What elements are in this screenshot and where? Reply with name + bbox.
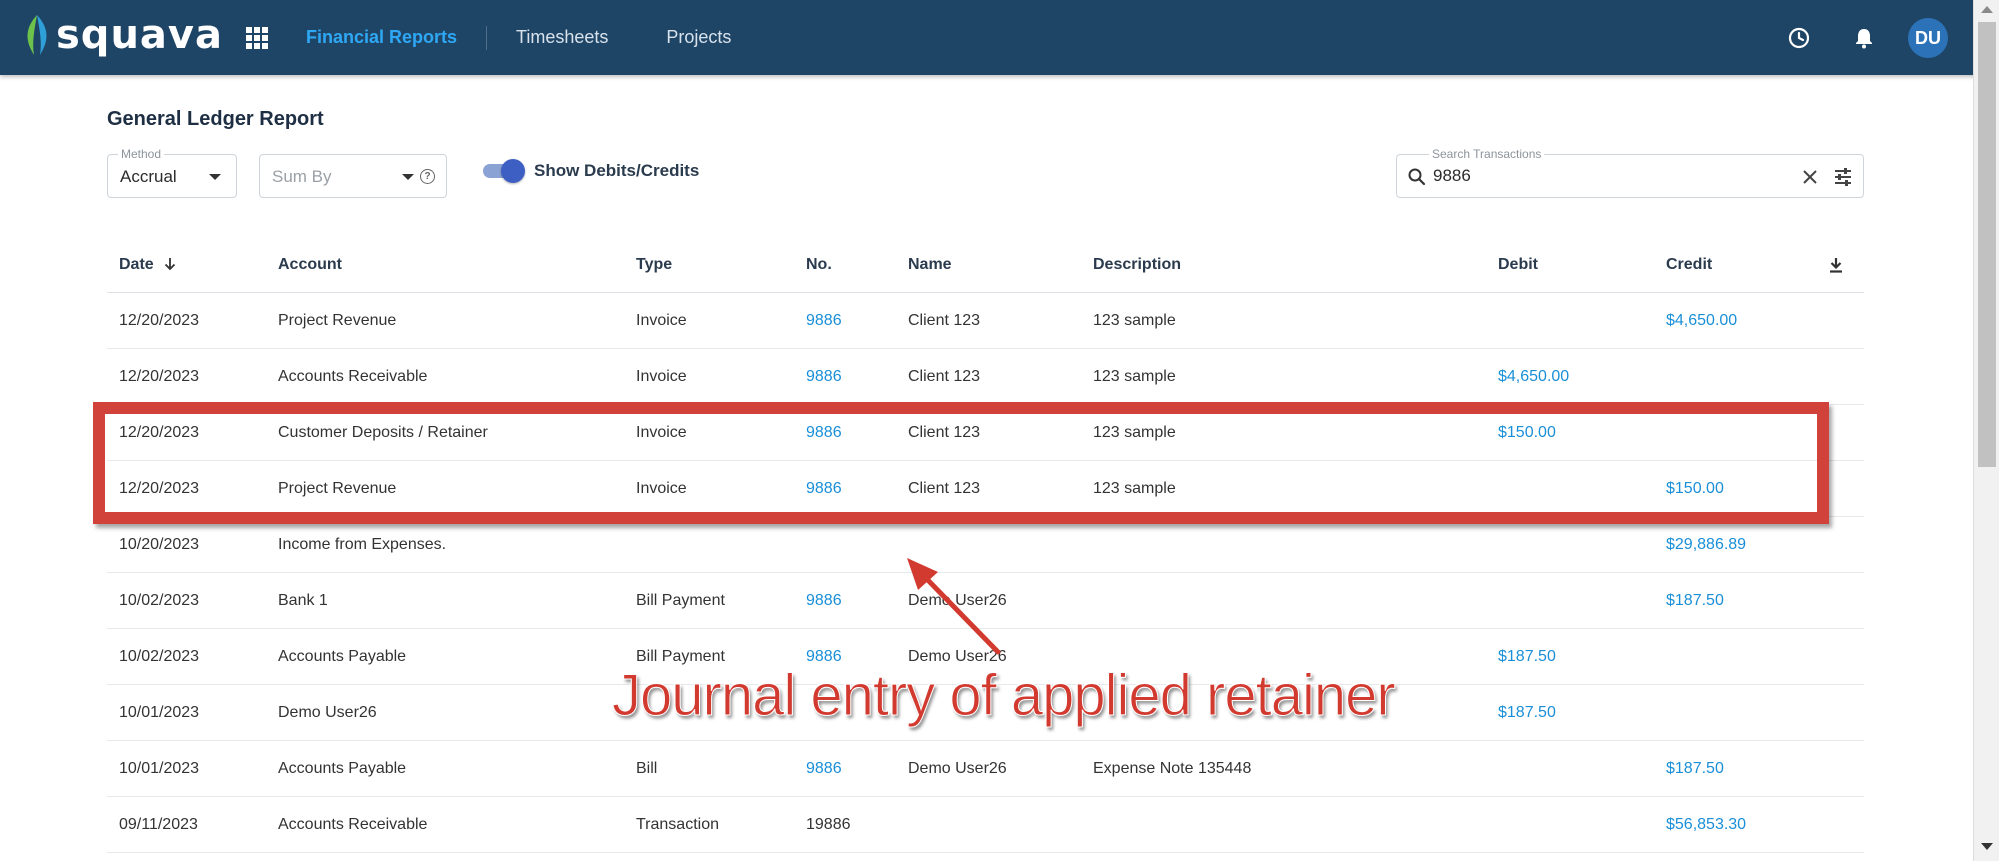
nav-projects[interactable]: Projects [666,27,731,48]
method-label: Method [118,147,165,161]
search-label: Search Transactions [1429,147,1545,161]
leaf-logo-icon [27,15,47,55]
search-input[interactable] [1433,165,1793,187]
sum-by-placeholder: Sum By [272,167,332,186]
cell-date: 10/01/2023 [119,760,200,777]
cell-debit: $187.50 [1498,648,1556,665]
cell-name: Demo User26 [908,760,1007,777]
cell-date: 10/02/2023 [119,648,200,665]
page-scrollbar[interactable] [1973,0,1999,861]
logo-text: squava [56,12,223,58]
header-debit[interactable]: Debit [1498,237,1538,293]
table-row[interactable]: 12/20/2023 Project Revenue Invoice 9886 Clie… [107,293,1864,349]
table-header-row: Date Account Type No. Name Description D… [107,237,1864,293]
annotation-arrow-icon [907,558,1001,655]
main-nav: Financial Reports Timesheets Projects [306,0,731,75]
cell-description: 123 sample [1093,312,1176,329]
chevron-down-icon [402,174,414,180]
nav-financial-reports[interactable]: Financial Reports [306,27,457,48]
header-no[interactable]: No. [806,237,832,293]
cell-account: Accounts Payable [278,648,407,665]
toggle-label: Show Debits/Credits [534,161,700,180]
cell-description: 123 sample [1093,368,1176,385]
squava-logo[interactable]: squava [22,12,223,58]
cell-name: Client 123 [908,368,981,385]
cell-account: Accounts Receivable [278,816,428,833]
clock-icon[interactable] [1785,24,1813,52]
cell-credit: $187.50 [1666,760,1724,777]
cell-date: 12/20/2023 [119,368,200,385]
apps-grid-icon[interactable] [246,27,268,49]
cell-type: Transaction [636,816,719,833]
cell-account: Bank 1 [278,592,328,609]
scroll-down-arrow-icon[interactable] [1981,843,1993,850]
bell-icon[interactable] [1850,24,1878,52]
page-title: General Ledger Report [107,108,324,130]
cell-type: Bill Payment [636,592,725,609]
cell-debit: $4,650.00 [1498,368,1570,385]
cell-account: Accounts Receivable [278,368,428,385]
cell-date: 10/20/2023 [119,536,200,553]
cell-date: 10/02/2023 [119,592,200,609]
annotation-highlight-box [93,402,1829,524]
cell-no[interactable]: 9886 [806,349,842,405]
show-debits-credits-toggle[interactable] [481,159,525,183]
top-navigation-bar: squava Financial Reports Timesheets Proj… [0,0,1999,75]
header-date[interactable]: Date [119,237,177,293]
cell-type: Invoice [636,312,687,329]
help-icon[interactable]: ? [420,169,435,184]
sum-by-select[interactable]: Sum By ? [259,154,447,198]
table-row[interactable]: 10/01/2023 Accounts Payable Bill 9886 Demo U… [107,741,1864,797]
general-ledger-table: Date Account Type No. Name Description D… [107,237,1864,853]
cell-no[interactable]: 9886 [806,741,842,797]
cell-debit: $187.50 [1498,704,1556,721]
nav-divider [486,25,488,50]
filter-settings-icon[interactable] [1833,167,1853,187]
cell-name: Client 123 [908,312,981,329]
cell-no: 19886 [806,816,851,833]
cell-date: 10/01/2023 [119,704,200,721]
nav-timesheets[interactable]: Timesheets [516,27,608,48]
cell-credit: $29,886.89 [1666,536,1747,553]
table-row[interactable]: 12/20/2023 Accounts Receivable Invoice 9886… [107,349,1864,405]
scroll-up-arrow-icon[interactable] [1981,6,1993,13]
download-icon[interactable] [1827,256,1845,274]
scroll-thumb[interactable] [1978,22,1996,467]
sort-arrow-down-icon [165,258,176,271]
header-credit[interactable]: Credit [1666,237,1712,293]
search-transactions-field[interactable]: Search Transactions [1396,147,1864,198]
cell-no[interactable]: 9886 [806,573,842,629]
cell-type: Bill [636,760,658,777]
cell-credit: $187.50 [1666,592,1724,609]
cell-no[interactable]: 9886 [806,293,842,349]
header-description[interactable]: Description [1093,237,1181,293]
chevron-down-icon [209,174,221,180]
cell-account: Accounts Payable [278,760,407,777]
method-value: Accrual [120,167,177,186]
clear-search-icon[interactable] [1801,168,1819,186]
cell-account: Project Revenue [278,312,397,329]
method-select[interactable]: Method Accrual [107,147,237,198]
cell-account: Demo User26 [278,704,377,721]
toggle-knob [501,159,525,183]
cell-date: 12/20/2023 [119,312,200,329]
cell-type: Invoice [636,368,687,385]
cell-account: Income from Expenses. [278,536,447,553]
annotation-text: Journal entry of applied retainer [612,663,1397,729]
search-icon [1408,168,1426,186]
header-account[interactable]: Account [278,237,342,293]
cell-date: 09/11/2023 [119,816,198,833]
header-type[interactable]: Type [636,237,672,293]
user-avatar[interactable]: DU [1908,18,1948,58]
header-name[interactable]: Name [908,237,952,293]
table-row[interactable]: 09/11/2023 Accounts Receivable Transaction… [107,797,1864,853]
cell-credit: $56,853.30 [1666,816,1747,833]
cell-description: Expense Note 135448 [1093,760,1252,777]
cell-credit: $4,650.00 [1666,312,1738,329]
